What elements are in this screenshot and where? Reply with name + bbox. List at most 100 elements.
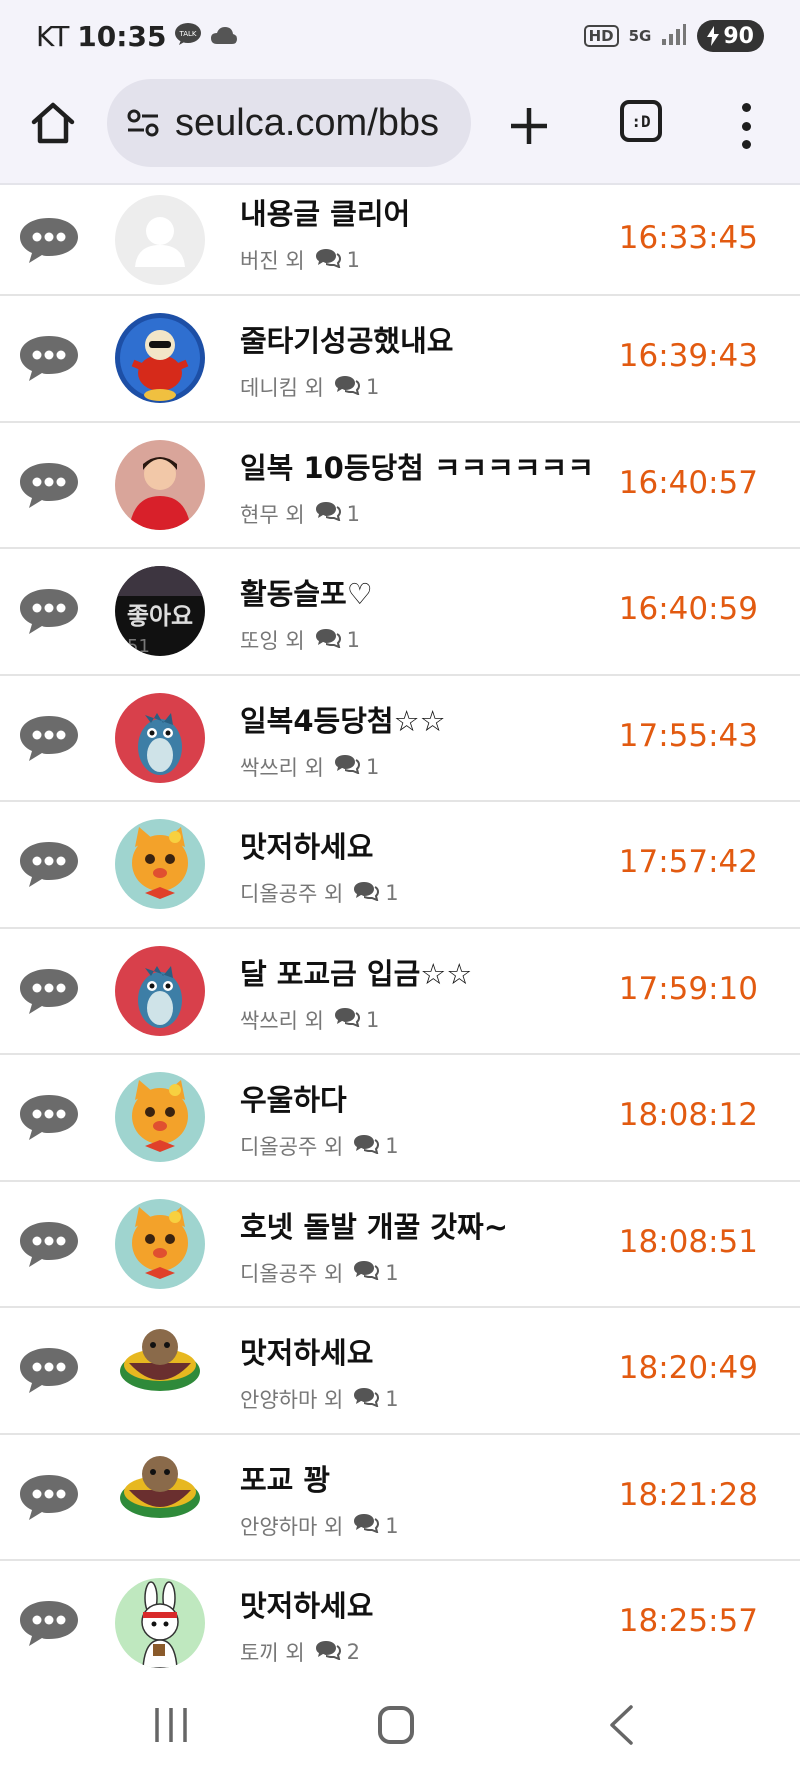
- post-title[interactable]: 우울하다: [240, 1077, 347, 1119]
- comment-icon: [353, 1513, 380, 1538]
- comment-icon: [315, 628, 341, 653]
- post-title[interactable]: 맛저하세요: [240, 1583, 373, 1625]
- comment-count: 1: [334, 375, 379, 400]
- post-title[interactable]: 줄타기성공했내요: [240, 318, 453, 360]
- plus-icon[interactable]: [505, 102, 553, 150]
- post-row[interactable]: 줄타기성공했내요 데니킴 외 1 16:39:43: [0, 296, 800, 423]
- carrier-label: KT: [36, 20, 70, 53]
- home-nav-icon[interactable]: [378, 1706, 414, 1744]
- avatar[interactable]: [115, 1072, 205, 1163]
- avatar[interactable]: 좋아요 51: [115, 566, 205, 657]
- post-time: 18:08:12: [618, 1097, 758, 1134]
- post-row[interactable]: 맛저하세요 안양하마 외 1 18:20:49: [0, 1308, 800, 1435]
- comment-icon: [315, 248, 341, 273]
- recent-apps-icon[interactable]: [153, 1706, 189, 1744]
- post-row[interactable]: 호넷 돌발 개꿀 갓짜~ 디올공주 외 1 18:08:51: [0, 1181, 800, 1308]
- post-author: 또잉 외: [240, 629, 305, 653]
- post-row[interactable]: 일복4등당첨☆☆ 싹쓰리 외 1 17:55:43: [0, 675, 800, 802]
- svg-text:좋아요: 좋아요: [127, 602, 193, 630]
- more-vert-icon[interactable]: [738, 103, 754, 149]
- avatar[interactable]: [115, 313, 205, 404]
- speech-bubble-icon: [18, 332, 80, 384]
- post-list: 내용글 클리어버진 외 1 16:33:45 줄타기성공했내요 데니킴 외 1 16:39:…: [0, 185, 800, 1670]
- post-meta: 또잉 외 1: [240, 625, 360, 655]
- post-meta: 디올공주 외 1: [240, 1258, 399, 1288]
- comment-count: 1: [353, 881, 399, 906]
- url-text[interactable]: seulca.com/bbs: [175, 102, 439, 145]
- comment-icon: [353, 881, 380, 906]
- comment-count-value: 2: [346, 1640, 361, 1664]
- speech-bubble-icon: [18, 965, 80, 1017]
- post-meta: 버진 외 1: [240, 245, 360, 275]
- avatar[interactable]: [115, 1578, 205, 1669]
- post-author: 싹쓰리 외: [240, 1008, 324, 1033]
- comment-count: 1: [315, 628, 360, 653]
- post-row[interactable]: 포교 꽝 안양하마 외 1 18:21:28: [0, 1434, 800, 1561]
- post-time: 17:59:10: [618, 970, 758, 1007]
- avatar[interactable]: [115, 1325, 205, 1416]
- post-meta: 싹쓰리 외 1: [240, 1005, 379, 1035]
- post-title[interactable]: 달 포교금 입금☆☆: [240, 951, 472, 993]
- cloud-icon: [210, 20, 238, 53]
- post-row[interactable]: 맛저하세요토끼 외 2 18:25:57: [0, 1561, 800, 1670]
- comment-count-value: 1: [346, 628, 361, 652]
- post-title[interactable]: 활동슬포♡: [240, 571, 373, 613]
- post-meta: 토끼 외 2: [240, 1637, 360, 1667]
- tab-switcher-button[interactable]: :D: [620, 100, 662, 142]
- post-row[interactable]: 일복 10등당첨 ㅋㅋㅋㅋㅋㅋ 현무 외 1 16:40:57: [0, 422, 800, 549]
- post-time: 18:25:57: [618, 1603, 758, 1640]
- status-right: HD 5G 90: [583, 20, 764, 52]
- comment-icon: [334, 1007, 360, 1032]
- post-author: 디올공주 외: [240, 1261, 344, 1286]
- battery-level: 90: [723, 23, 754, 49]
- comment-count: 1: [353, 1513, 399, 1538]
- back-icon[interactable]: [607, 1704, 635, 1746]
- speech-bubble-icon: [18, 1597, 80, 1649]
- comment-count-value: 1: [365, 375, 380, 399]
- comment-icon: [353, 1134, 380, 1159]
- avatar[interactable]: [115, 819, 205, 910]
- post-row[interactable]: 우울하다 디올공주 외 1 18:08:12: [0, 1055, 800, 1182]
- kakaotalk-icon: TALK: [174, 20, 202, 53]
- post-row[interactable]: 맛저하세요 디올공주 외 1 17:57:42: [0, 802, 800, 929]
- svg-text:51: 51: [127, 636, 150, 656]
- tune-icon[interactable]: [125, 105, 161, 141]
- post-title[interactable]: 일복 10등당첨 ㅋㅋㅋㅋㅋㅋ: [240, 445, 594, 487]
- comment-count-value: 1: [385, 1134, 399, 1158]
- speech-bubble-icon: [18, 214, 80, 266]
- comment-count-value: 1: [346, 248, 361, 272]
- post-author: 디올공주 외: [240, 882, 344, 906]
- svg-text:TALK: TALK: [179, 30, 197, 38]
- home-icon[interactable]: [30, 100, 76, 146]
- comment-count-value: 1: [385, 1260, 399, 1285]
- post-title[interactable]: 일복4등당첨☆☆: [240, 698, 446, 740]
- post-title[interactable]: 맛저하세요: [240, 1330, 373, 1372]
- post-title[interactable]: 호넷 돌발 개꿀 갓짜~: [240, 1204, 508, 1246]
- avatar[interactable]: [115, 1198, 205, 1289]
- post-author: 싹쓰리 외: [240, 755, 324, 780]
- comment-count: 1: [315, 501, 360, 526]
- post-time: 18:21:28: [618, 1476, 758, 1513]
- post-row[interactable]: 달 포교금 입금☆☆ 싹쓰리 외 1 17:59:10: [0, 928, 800, 1055]
- avatar[interactable]: [115, 692, 205, 783]
- post-title[interactable]: 포교 꽝: [240, 1457, 330, 1499]
- speech-bubble-icon: [18, 459, 80, 511]
- comment-count: 1: [315, 248, 360, 273]
- avatar[interactable]: [115, 439, 205, 530]
- post-title[interactable]: 내용글 클리어: [240, 191, 410, 233]
- avatar[interactable]: [115, 945, 205, 1036]
- post-row[interactable]: 내용글 클리어버진 외 1 16:33:45: [0, 185, 800, 296]
- status-bar: KT 10:35 TALK HD 5G 90: [0, 0, 800, 75]
- comment-count-value: 1: [385, 881, 399, 905]
- address-bar[interactable]: seulca.com/bbs: [107, 79, 471, 167]
- speech-bubble-icon: [18, 585, 80, 637]
- comment-count-value: 1: [365, 754, 380, 779]
- avatar[interactable]: [115, 194, 205, 285]
- network-5g-icon: 5G: [628, 27, 652, 45]
- battery-indicator: 90: [697, 20, 764, 52]
- avatar[interactable]: [115, 1451, 205, 1542]
- post-row[interactable]: 좋아요 51 활동슬포♡ 또잉 외 1 16:40:59: [0, 549, 800, 676]
- post-time: 16:33:45: [618, 219, 758, 256]
- post-title[interactable]: 맛저하세요: [240, 824, 373, 866]
- post-time: 16:40:59: [618, 591, 758, 628]
